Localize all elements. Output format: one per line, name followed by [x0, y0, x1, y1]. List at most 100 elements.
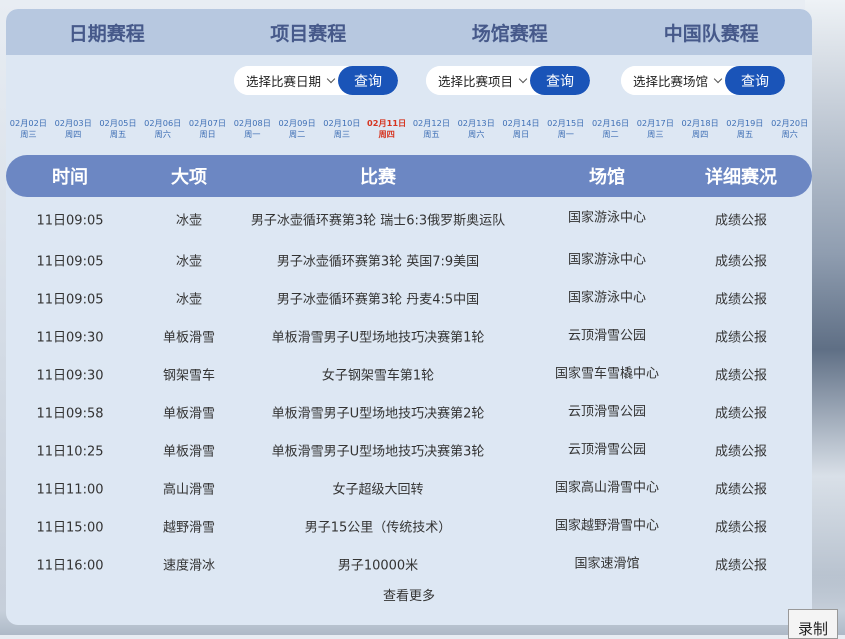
date-item-weekday: 周六 — [781, 129, 798, 139]
date-item[interactable]: 02月05日 周五 — [96, 107, 141, 155]
row-venue: 云顶滑雪公园 — [567, 404, 647, 420]
row-event: 女子超级大回转 — [332, 482, 424, 498]
row-result-link[interactable]: 成绩公报 — [715, 517, 767, 536]
venue-select-label: 选择比赛场馆 — [633, 74, 709, 89]
date-item[interactable]: 02月18日 周四 — [678, 107, 723, 155]
chevron-down-icon — [326, 74, 336, 83]
date-item[interactable]: 02月07日 周日 — [185, 107, 230, 155]
date-item-date: 02月08日 — [233, 118, 271, 128]
date-item[interactable]: 02月15日 周一 — [543, 107, 588, 155]
date-item-weekday: 周日 — [512, 129, 530, 139]
date-item-weekday: 周四 — [378, 129, 395, 139]
row-venue: 云顶滑雪公园 — [567, 442, 647, 458]
row-event: 男子冰壶循环赛第3轮 瑞士6:3俄罗斯奥运队 — [250, 213, 506, 229]
tab-date-schedule[interactable]: 日期赛程 — [6, 19, 208, 46]
row-time: 11日16:00 — [36, 558, 104, 574]
view-more-link[interactable]: 查看更多 — [6, 585, 812, 604]
event-select[interactable]: 选择比赛项目 — [426, 66, 531, 95]
row-venue: 国家雪车雪橇中心 — [554, 366, 660, 382]
date-strip: 02月02日 周三 02月03日 周四 02月05日 周五 02月06日 周六 02月07日 周日… — [6, 107, 812, 155]
row-time: 11日10:25 — [36, 444, 104, 460]
date-item-date: 02月14日 — [502, 118, 540, 128]
row-result-link[interactable]: 成绩公报 — [715, 327, 767, 346]
header-sport: 大项 — [171, 167, 207, 188]
date-item-date: 02月03日 — [54, 118, 92, 128]
row-result-link[interactable]: 成绩公报 — [715, 289, 767, 308]
date-item[interactable]: 02月16日 周二 — [588, 107, 633, 155]
tab-event-schedule[interactable]: 项目赛程 — [208, 19, 410, 46]
row-time: 11日09:30 — [36, 330, 104, 346]
row-time: 11日15:00 — [36, 520, 104, 536]
row-sport: 钢架雪车 — [162, 368, 216, 384]
date-select[interactable]: 选择比赛日期 — [234, 66, 339, 95]
tab-china-team-schedule[interactable]: 中国队赛程 — [611, 19, 813, 46]
date-query-button[interactable]: 查询 — [338, 66, 399, 95]
table-row: 11日16:00 速度滑冰 男子10000米 国家速滑馆 成绩公报 — [6, 545, 812, 583]
row-venue: 国家越野滑雪中心 — [554, 518, 660, 534]
date-item[interactable]: 02月08日 周一 — [230, 107, 275, 155]
date-item[interactable]: 02月19日 周五 — [723, 107, 768, 155]
date-item-date: 02月05日 — [99, 118, 137, 128]
date-item-date: 02月15日 — [547, 118, 585, 128]
date-item-weekday: 周四 — [64, 129, 82, 139]
header-details: 详细赛况 — [705, 167, 777, 188]
date-item[interactable]: 02月20日 周六 — [767, 107, 812, 155]
row-sport: 冰壶 — [175, 292, 203, 308]
date-item-weekday: 周三 — [20, 129, 37, 139]
tab-venue-schedule[interactable]: 场馆赛程 — [409, 19, 611, 46]
date-select-label: 选择比赛日期 — [246, 74, 322, 89]
date-item[interactable]: 02月13日 周六 — [454, 107, 499, 155]
date-item-date: 02月17日 — [636, 118, 674, 128]
row-event: 男子冰壶循环赛第3轮 丹麦4:5中国 — [276, 292, 480, 308]
venue-select[interactable]: 选择比赛场馆 — [621, 66, 726, 95]
date-item[interactable]: 02月03日 周四 — [51, 107, 96, 155]
date-item[interactable]: 02月12日 周五 — [409, 107, 454, 155]
venue-query-button[interactable]: 查询 — [725, 66, 786, 95]
row-event: 男子冰壶循环赛第3轮 英国7:9美国 — [276, 254, 480, 270]
row-venue: 国家高山滑雪中心 — [554, 480, 660, 496]
date-item-date: 02月07日 — [188, 118, 227, 128]
date-item[interactable]: 02月02日 周三 — [6, 107, 51, 155]
date-item-weekday: 周日 — [199, 129, 216, 139]
date-item[interactable]: 02月06日 周六 — [140, 107, 185, 155]
date-item-date: 02月10日 — [323, 118, 361, 128]
row-result-link[interactable]: 成绩公报 — [715, 251, 767, 270]
date-item-date: 02月20日 — [771, 118, 809, 128]
date-item[interactable]: 02月11日 周四 — [364, 107, 409, 155]
table-header: 时间 大项 比赛 场馆 详细赛况 — [6, 155, 812, 197]
table-row: 11日10:25 单板滑雪 单板滑雪男子U型场地技巧决赛第3轮 云顶滑雪公园 成绩公报 — [6, 431, 812, 469]
row-event: 单板滑雪男子U型场地技巧决赛第2轮 — [271, 406, 485, 422]
date-item-weekday: 周三 — [647, 129, 664, 139]
row-result-link[interactable]: 成绩公报 — [715, 403, 767, 422]
row-result-link[interactable]: 成绩公报 — [715, 210, 767, 229]
row-event: 男子10000米 — [337, 558, 419, 574]
row-event: 男子15公里（传统技术） — [304, 520, 452, 536]
date-item-weekday: 周五 — [736, 129, 754, 139]
event-query-button[interactable]: 查询 — [530, 66, 591, 95]
row-result-link[interactable]: 成绩公报 — [715, 479, 767, 498]
row-venue: 国家游泳中心 — [567, 252, 647, 268]
row-result-link[interactable]: 成绩公报 — [715, 365, 767, 384]
row-sport: 单板滑雪 — [162, 330, 216, 346]
schedule-tabs: 日期赛程 项目赛程 场馆赛程 中国队赛程 — [6, 9, 812, 55]
date-item[interactable]: 02月09日 周二 — [275, 107, 320, 155]
row-result-link[interactable]: 成绩公报 — [715, 441, 767, 460]
row-venue: 国家游泳中心 — [567, 210, 647, 226]
date-item-weekday: 周四 — [691, 129, 709, 139]
table-row: 11日09:05 冰壶 男子冰壶循环赛第3轮 瑞士6:3俄罗斯奥运队 国家游泳中心 成绩… — [6, 197, 812, 241]
date-item-weekday: 周二 — [602, 129, 619, 139]
date-item[interactable]: 02月17日 周三 — [633, 107, 678, 155]
date-item[interactable]: 02月14日 周日 — [499, 107, 544, 155]
row-time: 11日09:05 — [36, 292, 104, 308]
table-row: 11日09:58 单板滑雪 单板滑雪男子U型场地技巧决赛第2轮 云顶滑雪公园 成绩公报 — [6, 393, 812, 431]
header-event: 比赛 — [360, 167, 396, 188]
date-filter: 选择比赛日期 查询 — [234, 66, 399, 95]
event-select-label: 选择比赛项目 — [438, 74, 514, 89]
date-item[interactable]: 02月10日 周三 — [319, 107, 364, 155]
date-item-weekday: 周二 — [288, 129, 306, 139]
date-item-weekday: 周六 — [154, 129, 171, 139]
schedule-table: 11日09:05 冰壶 男子冰壶循环赛第3轮 瑞士6:3俄罗斯奥运队 国家游泳中心 成绩… — [6, 197, 812, 583]
row-result-link[interactable]: 成绩公报 — [715, 555, 767, 574]
date-item-weekday: 周五 — [109, 129, 127, 139]
row-time: 11日09:30 — [36, 368, 104, 384]
